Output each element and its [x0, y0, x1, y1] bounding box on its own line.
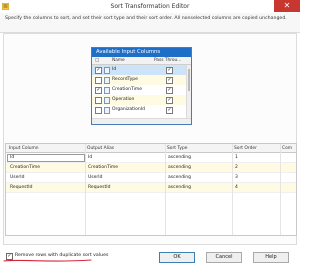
- ok-button[interactable]: OK: [159, 252, 195, 263]
- output-alias[interactable]: CreationTime: [88, 165, 118, 170]
- name-header: Name: [112, 58, 125, 63]
- input-column[interactable]: Id: [10, 155, 14, 160]
- input-column[interactable]: CreationTime: [10, 165, 40, 170]
- sort-type[interactable]: ascending: [168, 165, 191, 170]
- output-alias[interactable]: Id: [88, 155, 92, 160]
- pass-through-checkbox-recordtype[interactable]: ✓: [166, 77, 173, 84]
- pass-through-checkbox-organizationid[interactable]: ✓: [166, 107, 173, 114]
- select-checkbox-id[interactable]: ✓: [95, 67, 102, 74]
- table-row[interactable]: UserId UserId ascending 3: [6, 173, 296, 183]
- column-name: CreationTime: [112, 87, 143, 92]
- column-icon: [104, 67, 110, 74]
- available-columns-title: Available Input Columns: [92, 48, 191, 57]
- sort-columns-grid: Input Column Output Alias Sort Type Sort…: [5, 143, 297, 236]
- select-checkbox-creationtime[interactable]: ✓: [95, 87, 102, 94]
- select-checkbox-recordtype[interactable]: [95, 77, 102, 84]
- description-text: Specify the columns to sort, and set the…: [5, 16, 287, 21]
- description-strip: Specify the columns to sort, and set the…: [0, 13, 300, 33]
- sort-order[interactable]: 3: [235, 175, 238, 180]
- table-row[interactable]: Id Id ascending 1: [6, 153, 296, 163]
- column-row-operation[interactable]: Operation ✓: [92, 95, 191, 105]
- output-alias[interactable]: RequestId: [88, 185, 110, 190]
- column-name: Id: [112, 67, 117, 72]
- horizontal-scrollbar[interactable]: [92, 118, 191, 124]
- help-button[interactable]: Help: [253, 252, 289, 263]
- column-name: Operation: [112, 97, 135, 102]
- column-name: OrganizationId: [112, 107, 145, 112]
- annotation-underline: [3, 259, 92, 262]
- sort-type[interactable]: ascending: [168, 185, 191, 190]
- select-checkbox-organizationid[interactable]: [95, 107, 102, 114]
- input-column[interactable]: RequestId: [10, 185, 32, 190]
- select-all-checkbox[interactable]: □: [95, 58, 99, 63]
- table-row[interactable]: RequestId RequestId ascending 4: [6, 183, 296, 193]
- sort-order[interactable]: 4: [235, 185, 238, 190]
- pass-through-header: Pass Throu...: [154, 58, 182, 63]
- available-columns-list: ✓ Id ✓ RecordType ✓ ✓ CreationTime ✓ Ope…: [92, 65, 191, 119]
- column-icon: [104, 77, 110, 84]
- sort-type[interactable]: ascending: [168, 155, 191, 160]
- pass-through-checkbox-operation[interactable]: ✓: [166, 97, 173, 104]
- header-sort-order: Sort Order: [234, 145, 257, 151]
- column-row-recordtype[interactable]: RecordType ✓: [92, 75, 191, 85]
- input-column-dropdown[interactable]: [7, 154, 85, 162]
- scrollbar-thumb[interactable]: [188, 69, 190, 91]
- column-divider: [280, 144, 281, 235]
- grid-header: Input Column Output Alias Sort Type Sort…: [6, 144, 296, 153]
- close-button[interactable]: ✕: [274, 0, 300, 12]
- column-row-id[interactable]: ✓ Id ✓: [92, 65, 191, 75]
- column-icon: [104, 107, 110, 114]
- available-input-columns: Available Input Columns □ Name Pass Thro…: [91, 47, 192, 125]
- output-alias[interactable]: UserId: [88, 175, 102, 180]
- input-column[interactable]: UserId: [10, 175, 24, 180]
- table-row[interactable]: CreationTime CreationTime ascending 2: [6, 163, 296, 173]
- title-bar: Sort Transformation Editor ✕: [0, 0, 300, 14]
- available-columns-header: □ Name Pass Throu...: [92, 57, 191, 65]
- column-divider: [232, 144, 233, 235]
- header-output-alias: Output Alias: [87, 145, 115, 151]
- column-name: RecordType: [112, 77, 138, 82]
- header-comparison: Com: [282, 145, 293, 151]
- column-divider: [165, 144, 166, 235]
- select-checkbox-operation[interactable]: [95, 97, 102, 104]
- header-sort-type: Sort Type: [167, 145, 188, 151]
- column-divider: [85, 144, 86, 235]
- column-row-organizationid[interactable]: OrganizationId ✓: [92, 105, 191, 115]
- pass-through-checkbox-creationtime[interactable]: ✓: [166, 87, 173, 94]
- vertical-scrollbar[interactable]: [186, 65, 191, 119]
- column-icon: [104, 87, 110, 94]
- sort-order[interactable]: 1: [235, 155, 238, 160]
- cancel-button[interactable]: Cancel: [206, 252, 242, 263]
- column-row-creationtime[interactable]: ✓ CreationTime ✓: [92, 85, 191, 95]
- sort-type[interactable]: ascending: [168, 175, 191, 180]
- sort-order[interactable]: 2: [235, 165, 238, 170]
- column-icon: [104, 97, 110, 104]
- close-icon: ✕: [283, 1, 291, 10]
- pass-through-checkbox-id[interactable]: ✓: [166, 67, 173, 74]
- header-input-column: Input Column: [9, 145, 39, 151]
- window-title: Sort Transformation Editor: [110, 3, 190, 10]
